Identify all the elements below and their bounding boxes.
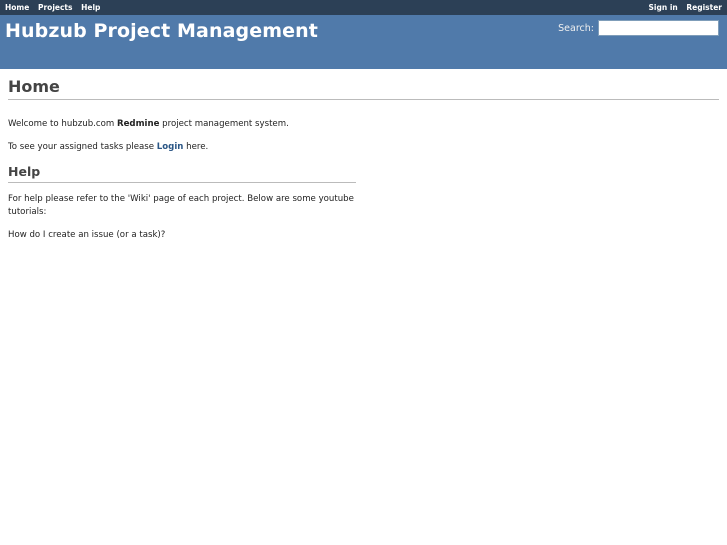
top-menu-right: Sign in Register [643, 3, 722, 12]
top-menu-left: Home Projects Help [5, 3, 106, 12]
login-link[interactable]: Login [157, 142, 184, 152]
welcome-suffix: project management system. [159, 119, 289, 129]
site-title: Hubzub Project Management [5, 20, 318, 42]
menu-help-link[interactable]: Help [81, 3, 100, 12]
help-text: For help please refer to the 'Wiki' page… [8, 194, 354, 217]
search-label: Search: [558, 22, 594, 34]
page-title: Home [8, 77, 719, 100]
menu-projects-link[interactable]: Projects [38, 3, 73, 12]
search-input[interactable] [598, 20, 719, 36]
tasks-suffix: here. [183, 142, 209, 152]
menu-home-link[interactable]: Home [5, 3, 29, 12]
welcome-text: Welcome to hubzub.com Redmine project ma… [8, 118, 719, 131]
top-menu: Home Projects Help Sign in Register [0, 0, 727, 15]
tutorial-question: How do I create an issue (or a task)? [8, 230, 166, 240]
tasks-text: To see your assigned tasks please Login … [8, 141, 719, 154]
header: Hubzub Project Management Search: [0, 15, 727, 69]
register-link[interactable]: Register [686, 3, 722, 12]
help-heading: Help [8, 164, 356, 183]
sign-in-link[interactable]: Sign in [649, 3, 678, 12]
quick-search: Search: [558, 20, 719, 36]
redmine-bold: Redmine [116, 119, 160, 129]
tasks-prefix: To see your assigned tasks please [8, 142, 157, 152]
welcome-prefix: Welcome to hubzub.com [8, 119, 117, 129]
main-content: Home Welcome to hubzub.com Redmine proje… [0, 69, 727, 250]
